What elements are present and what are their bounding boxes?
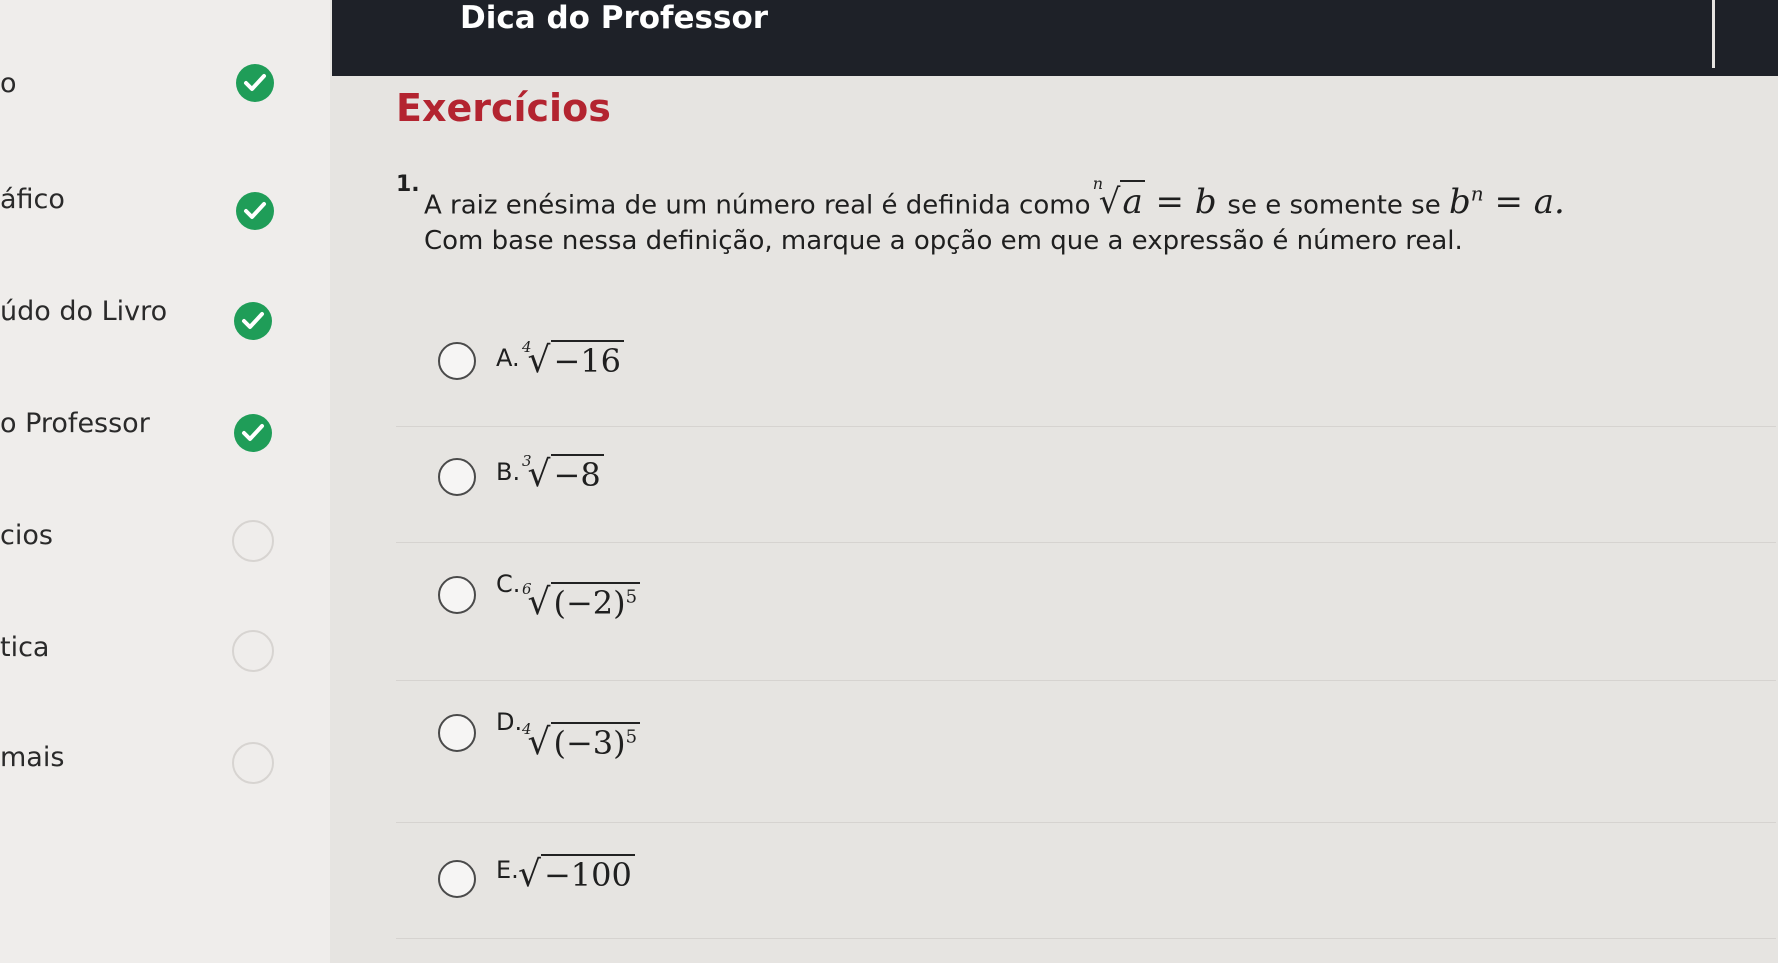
check-icon: [236, 192, 274, 230]
option-letter: D.: [496, 708, 523, 736]
option-a[interactable]: A. 4√−16: [396, 326, 1696, 436]
check-icon: [234, 414, 272, 452]
divider: [396, 542, 1776, 543]
option-expression: 3√−8: [522, 452, 604, 495]
option-letter: A.: [496, 344, 520, 372]
sidebar-item-dica-professor[interactable]: o Professor: [0, 406, 330, 466]
question-text-line2: Com base nessa definição, marque a opção…: [424, 226, 1463, 256]
option-letter: E.: [496, 856, 519, 884]
empty-circle-icon: [232, 520, 274, 562]
option-letter: B.: [496, 458, 521, 486]
check-icon: [236, 64, 274, 102]
sidebar-item-saiba-mais[interactable]: mais: [0, 738, 330, 798]
sidebar-item-label: cios: [0, 520, 53, 551]
question-number: 1.: [396, 172, 420, 197]
radio-button[interactable]: [438, 458, 476, 496]
root-definition-formula: n √a = b: [1092, 174, 1217, 223]
sidebar-item-label: o: [0, 68, 17, 99]
sidebar-item-infografico[interactable]: áfico: [0, 180, 330, 240]
option-letter: C.: [496, 570, 521, 598]
topbar-title[interactable]: Dica do Professor: [460, 0, 768, 36]
sidebar-item-intro[interactable]: o: [0, 60, 330, 120]
radio-button[interactable]: [438, 342, 476, 380]
option-expression: 4√(−3)5: [522, 720, 641, 763]
option-d[interactable]: D. 4√(−3)5: [396, 700, 1696, 810]
question-text-line1: A raiz enésima de um número real é defin…: [424, 174, 1565, 223]
sidebar-item-label: tica: [0, 632, 50, 663]
sidebar-item-label: mais: [0, 742, 65, 773]
check-icon: [234, 302, 272, 340]
topbar-divider: [1712, 0, 1715, 68]
sidebar-item-label: áfico: [0, 184, 65, 215]
option-e[interactable]: E. √−100: [396, 840, 1696, 950]
divider: [396, 680, 1776, 681]
option-expression: √−100: [518, 854, 635, 895]
sidebar-item-exercicios[interactable]: cios: [0, 516, 330, 576]
sidebar-item-conteudo-livro[interactable]: údo do Livro: [0, 294, 330, 354]
empty-circle-icon: [232, 630, 274, 672]
top-bar: Dica do Professor: [332, 0, 1778, 76]
option-expression: 4√−16: [522, 338, 625, 381]
radio-button[interactable]: [438, 576, 476, 614]
radio-button[interactable]: [438, 860, 476, 898]
empty-circle-icon: [232, 742, 274, 784]
sidebar-item-pratica[interactable]: tica: [0, 628, 330, 688]
power-formula: bn = a.: [1449, 182, 1565, 223]
sidebar-item-label: údo do Livro: [0, 296, 168, 327]
divider: [396, 822, 1776, 823]
sidebar: o áfico údo do Livro o Professor cios ti…: [0, 0, 330, 963]
section-title: Exercícios: [396, 86, 611, 130]
radio-button[interactable]: [438, 714, 476, 752]
divider: [396, 426, 1776, 427]
option-b[interactable]: B. 3√−8: [396, 442, 1696, 552]
option-c[interactable]: C. 6√(−2)5: [396, 560, 1696, 670]
option-expression: 6√(−2)5: [522, 580, 641, 623]
divider: [396, 938, 1776, 939]
sidebar-item-label: o Professor: [0, 408, 150, 439]
exercise-panel: Exercícios 1. A raiz enésima de um númer…: [332, 76, 1778, 963]
